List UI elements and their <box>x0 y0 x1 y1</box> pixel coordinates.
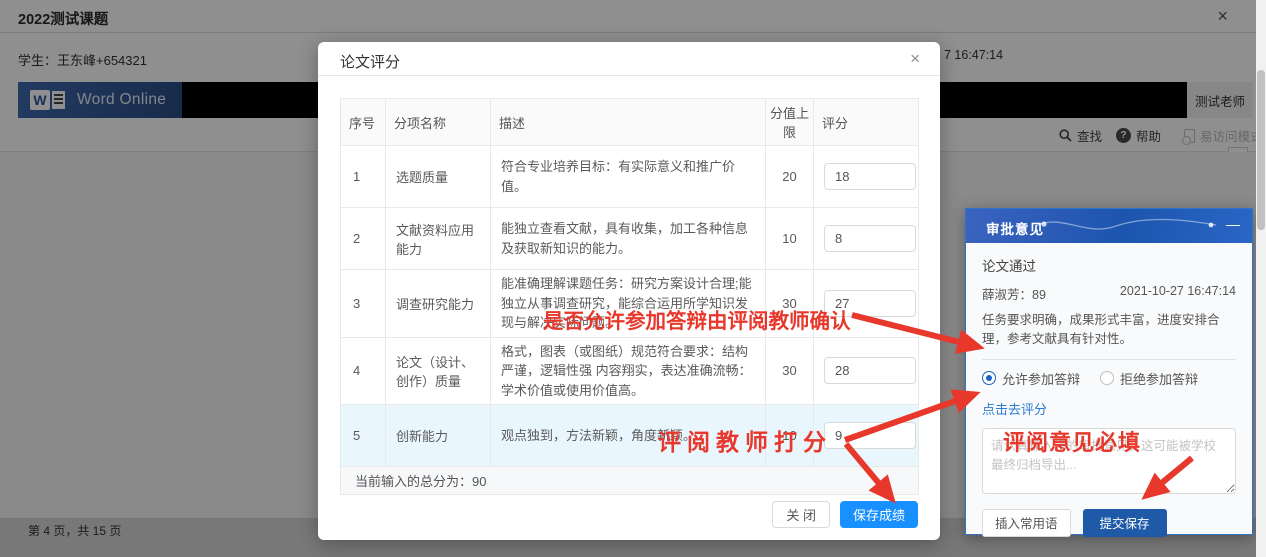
row-max: 30 <box>766 337 814 405</box>
go-score-link[interactable]: 点击去评分 <box>982 399 1047 418</box>
col-max: 分值上限 <box>766 99 814 146</box>
row-name: 论文（设计、创作）质量 <box>386 337 491 405</box>
modal-close-icon[interactable]: × <box>910 49 920 69</box>
radio-selected-icon <box>982 371 996 385</box>
table-row: 4 论文（设计、创作）质量 格式，图表（或图纸）规范符合要求：结构严谨，逻辑性强… <box>341 337 919 405</box>
modal-header: 论文评分 × <box>318 42 940 76</box>
modal-title: 论文评分 <box>340 51 400 72</box>
reviewer-row: 薛淑芳：89 2021-10-27 16:47:14 <box>982 284 1236 303</box>
divider <box>982 359 1236 360</box>
row-desc: 观点独到，方法新颖，角度新颖。 <box>491 405 766 467</box>
radio-allow-label: 允许参加答辩 <box>1002 369 1080 388</box>
table-row: 3 调查研究能力 能准确理解课题任务：研究方案设计合理;能独立从事调查研究，能综… <box>341 270 919 338</box>
row-desc: 符合专业培养目标：有实际意义和推广价值。 <box>491 146 766 208</box>
row-name: 调查研究能力 <box>386 270 491 338</box>
row-index: 2 <box>341 208 386 270</box>
defense-radio-group: 允许参加答辩 拒绝参加答辩 <box>982 369 1236 388</box>
table-row: 1 选题质量 符合专业培养目标：有实际意义和推广价值。 20 <box>341 146 919 208</box>
row-max: 10 <box>766 405 814 467</box>
close-button[interactable]: 关 闭 <box>772 501 830 528</box>
advisor-comment: 任务要求明确，成果形式丰富，进度安排合理，参考文献具有针对性。 <box>982 311 1236 350</box>
score-input[interactable] <box>824 422 916 449</box>
approval-panel-title: 审批意见 <box>986 218 1044 238</box>
total-label: 当前输入的总分为：90 <box>341 467 919 495</box>
row-name: 创新能力 <box>386 405 491 467</box>
row-max: 10 <box>766 208 814 270</box>
save-score-button[interactable]: 保存成绩 <box>840 501 918 528</box>
row-index: 5 <box>341 405 386 467</box>
col-score: 评分 <box>814 99 919 146</box>
row-index: 4 <box>341 337 386 405</box>
approval-panel-body: 论文通过 薛淑芳：89 2021-10-27 16:47:14 任务要求明确，成… <box>966 243 1252 537</box>
radio-reject-defense[interactable]: 拒绝参加答辩 <box>1100 369 1198 388</box>
paper-status: 论文通过 <box>982 255 1236 275</box>
review-timestamp: 2021-10-27 16:47:14 <box>1120 284 1236 303</box>
row-name: 选题质量 <box>386 146 491 208</box>
row-desc: 格式，图表（或图纸）规范符合要求：结构严谨，逻辑性强 内容翔实，表达准确流畅：学… <box>491 337 766 405</box>
col-desc: 描述 <box>491 99 766 146</box>
total-row: 当前输入的总分为：90 <box>341 467 919 495</box>
row-index: 3 <box>341 270 386 338</box>
score-input[interactable] <box>824 225 916 252</box>
screen: 2022测试课题 × 学生：王东峰+654321 7 16:47:14 W Wo… <box>0 0 1266 557</box>
radio-allow-defense[interactable]: 允许参加答辩 <box>982 369 1080 388</box>
modal-footer: 关 闭 保存成绩 <box>772 501 918 528</box>
col-index: 序号 <box>341 99 386 146</box>
score-input[interactable] <box>824 163 916 190</box>
browser-scrollbar[interactable] <box>1256 0 1266 557</box>
row-desc: 能准确理解课题任务：研究方案设计合理;能独立从事调查研究，能综合运用所学知识发现… <box>491 270 766 338</box>
row-max: 20 <box>766 146 814 208</box>
radio-unselected-icon <box>1100 371 1114 385</box>
insert-phrase-button[interactable]: 插入常用语 <box>982 509 1071 537</box>
score-input[interactable] <box>824 290 916 317</box>
panel-buttons: 插入常用语 提交保存 <box>982 509 1236 537</box>
row-max: 30 <box>766 270 814 338</box>
paper-score-modal: 论文评分 × 序号 分项名称 描述 分值上限 评分 1 选题质量 符合专业培养目… <box>318 42 940 540</box>
approval-panel: 审批意见 — 论文通过 薛淑芳：89 2021-10-27 16:47:14 任… <box>965 208 1253 535</box>
radio-reject-label: 拒绝参加答辩 <box>1120 369 1198 388</box>
reviewer-score: 薛淑芳：89 <box>982 284 1046 303</box>
approval-comment-textarea[interactable] <box>982 428 1236 494</box>
minimize-icon[interactable]: — <box>1226 216 1240 232</box>
table-row-highlighted: 5 创新能力 观点独到，方法新颖，角度新颖。 10 <box>341 405 919 467</box>
score-input[interactable] <box>824 357 916 384</box>
submit-save-button[interactable]: 提交保存 <box>1083 509 1167 537</box>
row-name: 文献资料应用能力 <box>386 208 491 270</box>
score-table: 序号 分项名称 描述 分值上限 评分 1 选题质量 符合专业培养目标：有实际意义… <box>340 98 919 495</box>
col-name: 分项名称 <box>386 99 491 146</box>
table-header-row: 序号 分项名称 描述 分值上限 评分 <box>341 99 919 146</box>
table-row: 2 文献资料应用能力 能独立查看文献，具有收集，加工各种信息及获取新知识的能力。… <box>341 208 919 270</box>
row-index: 1 <box>341 146 386 208</box>
approval-panel-header: 审批意见 — <box>966 209 1252 243</box>
row-desc: 能独立查看文献，具有收集，加工各种信息及获取新知识的能力。 <box>491 208 766 270</box>
scrollbar-thumb[interactable] <box>1257 70 1265 230</box>
